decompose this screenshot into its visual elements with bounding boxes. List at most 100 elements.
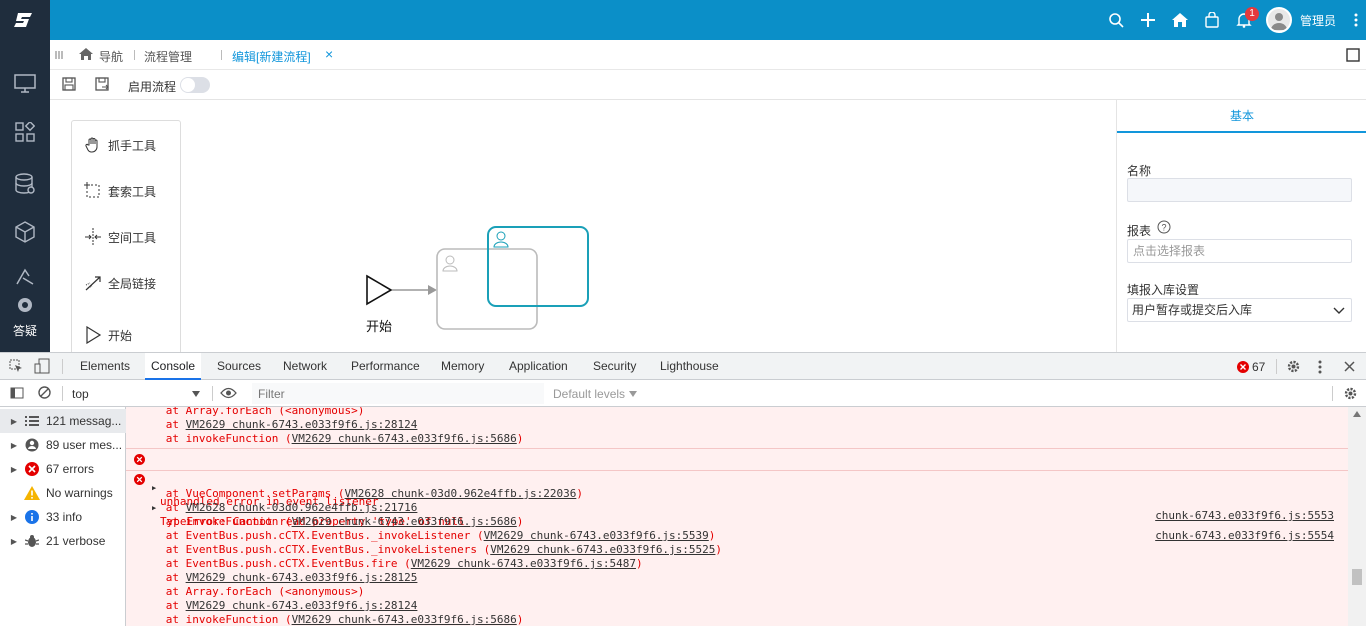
sidebar-item-answer[interactable] (0, 290, 50, 320)
palette-hand-label: 抓手工具 (108, 138, 157, 153)
more-button[interactable] (1346, 0, 1366, 40)
stack-link[interactable]: VM2629 chunk-6743.e033f9f6.js:5487 (411, 557, 636, 570)
context-select[interactable]: top (68, 383, 208, 404)
report-select-input[interactable]: 点击选择报表 (1127, 239, 1352, 263)
error-count[interactable]: 67 (1252, 360, 1265, 374)
svg-text:?: ? (1161, 223, 1166, 233)
devtools-tab-performance[interactable]: Performance (345, 353, 426, 380)
console-sidebar: ▶ 121 messag... ▶ 89 user mes... ▶ 67 er… (0, 407, 126, 626)
stack-link[interactable]: VM2629 chunk-6743.e033f9f6.js:5686 (292, 515, 517, 528)
stack-link[interactable]: VM2629 chunk-6743.e033f9f6.js:5686 (292, 432, 517, 445)
console-settings-icon[interactable] (1343, 386, 1358, 401)
error-message-row[interactable]: ▶ TypeError: Cannot read property 'type'… (126, 473, 1348, 542)
add-button[interactable] (1132, 0, 1164, 40)
inspect-icon[interactable] (9, 359, 23, 373)
enable-process-toggle[interactable] (180, 77, 210, 93)
sidebar-label-answer[interactable]: 答疑 (0, 322, 50, 339)
stack-link[interactable]: VM2629 chunk-6743.e033f9f6.js:5539 (484, 529, 709, 542)
answer-icon (18, 298, 32, 312)
devtools-tab-lighthouse[interactable]: Lighthouse (654, 353, 725, 380)
palette-space-tool[interactable]: 空间工具 (84, 227, 156, 247)
clear-console-icon[interactable] (38, 386, 51, 399)
sidebar-item-database[interactable] (0, 160, 50, 208)
tool-palette: 抓手工具 套索工具 空间工具 全局链接 开始 (71, 120, 181, 360)
fullscreen-icon[interactable] (1346, 48, 1360, 62)
home-nav-icon[interactable] (78, 47, 94, 61)
devtools-tab-console[interactable]: Console (145, 353, 202, 380)
tab-separator (221, 50, 222, 60)
levels-select[interactable]: Default levels (553, 383, 663, 404)
scrollbar-thumb[interactable] (1352, 569, 1362, 585)
home-icon (1171, 13, 1188, 27)
palette-lasso-tool[interactable]: 套索工具 (84, 181, 156, 201)
tab-edit-new-process[interactable]: 编辑[新建流程] (232, 48, 311, 65)
console-filter-info[interactable]: ▶ 33 info (0, 505, 126, 529)
error-message-row[interactable]: ▶ unhandled error in event listener chun… (126, 453, 1348, 522)
storage-setting-select[interactable]: 用户暂存或提交后入库 (1127, 298, 1352, 322)
save-as-icon[interactable] (95, 77, 110, 92)
sidebar-item-monitor[interactable] (0, 60, 50, 108)
stack-link[interactable]: VM2629 chunk-6743.e033f9f6.js:28124 (186, 599, 418, 612)
scroll-up-arrow-icon[interactable] (1353, 411, 1361, 417)
close-icon[interactable] (1344, 361, 1355, 372)
console-filter-warnings[interactable]: No warnings (0, 481, 126, 505)
avatar[interactable] (1265, 7, 1292, 33)
devtools-tab-application[interactable]: Application (503, 353, 574, 380)
bpmn-canvas[interactable]: 抓手工具 套索工具 空间工具 全局链接 开始 开始 (50, 100, 1116, 360)
filter-divider (62, 386, 63, 401)
console-filter-bar: top Filter Default levels (0, 380, 1366, 407)
console-filter-messages[interactable]: ▶ 121 messag... (0, 409, 126, 433)
stack-link[interactable]: VM2629 chunk-6743.e033f9f6.js:28125 (186, 571, 418, 584)
palette-start-event[interactable]: 开始 (84, 325, 132, 345)
tab-process-management[interactable]: 流程管理 (144, 48, 192, 65)
devtools-tab-elements[interactable]: Elements (74, 353, 136, 380)
name-input[interactable] (1127, 178, 1352, 202)
console-filter-user-messages[interactable]: ▶ 89 user mes... (0, 433, 126, 457)
palette-global-link-label: 全局链接 (108, 276, 157, 291)
notification-badge: 1 (1244, 7, 1259, 21)
shop-button[interactable] (1196, 0, 1228, 40)
enable-process-label: 启用流程 (128, 80, 177, 94)
stack-link[interactable]: VM2628 chunk-03d0.962e4ffb.js:21716 (186, 501, 418, 514)
context-value: top (72, 387, 89, 401)
palette-global-link[interactable]: 全局链接 (84, 273, 156, 293)
bug-icon (24, 533, 40, 549)
devtools-tab-memory[interactable]: Memory (435, 353, 490, 380)
more-vertical-icon[interactable] (1318, 360, 1322, 374)
devtools-tab-sources[interactable]: Sources (211, 353, 267, 380)
stack-link[interactable]: VM2628 chunk-03d0.962e4ffb.js:22036 (345, 487, 577, 500)
eye-icon[interactable] (220, 387, 237, 399)
tab-basic[interactable]: 基本 (1117, 100, 1366, 133)
start-event-shape[interactable] (366, 274, 393, 306)
device-toggle-icon[interactable] (34, 358, 50, 374)
console-filter-errors[interactable]: ▶ 67 errors (0, 457, 126, 481)
help-icon[interactable]: ? (1157, 220, 1171, 234)
devtools-tab-network[interactable]: Network (277, 353, 333, 380)
notification-button[interactable]: 1 (1228, 0, 1260, 40)
sidebar-item-cube[interactable] (0, 208, 50, 256)
devtools-tab-security[interactable]: Security (587, 353, 642, 380)
search-button[interactable] (1100, 0, 1132, 40)
lasso-icon (84, 182, 100, 198)
username[interactable]: 管理员 (1300, 12, 1336, 29)
user-icon (24, 437, 40, 453)
console-scrollbar[interactable] (1348, 407, 1366, 626)
stack-link[interactable]: VM2629 chunk-6743.e033f9f6.js:5686 (292, 613, 517, 626)
home-button[interactable] (1164, 0, 1196, 40)
avatar-icon (1270, 13, 1287, 30)
stack-line: at EventBus.push.cCTX.EventBus._invokeLi… (126, 543, 723, 556)
palette-hand-tool[interactable]: 抓手工具 (84, 135, 156, 155)
tab-close-button[interactable]: × (325, 46, 333, 62)
save-icon[interactable] (62, 77, 76, 91)
sidebar-item-apps[interactable] (0, 108, 50, 156)
app-logo[interactable] (0, 0, 50, 40)
stack-link[interactable]: VM2629 chunk-6743.e033f9f6.js:28124 (186, 418, 418, 431)
console-filter-verbose[interactable]: ▶ 21 verbose (0, 529, 126, 553)
sidebar-toggle-icon[interactable] (10, 387, 24, 399)
sidebar-item-tools[interactable] (0, 262, 50, 292)
menu-collapse-icon[interactable] (55, 51, 63, 59)
settings-gear-icon[interactable] (1286, 359, 1301, 374)
stack-link[interactable]: VM2629 chunk-6743.e033f9f6.js:5525 (490, 543, 715, 556)
filter-input[interactable]: Filter (252, 383, 544, 404)
tab-navigation[interactable]: 导航 (99, 48, 123, 65)
